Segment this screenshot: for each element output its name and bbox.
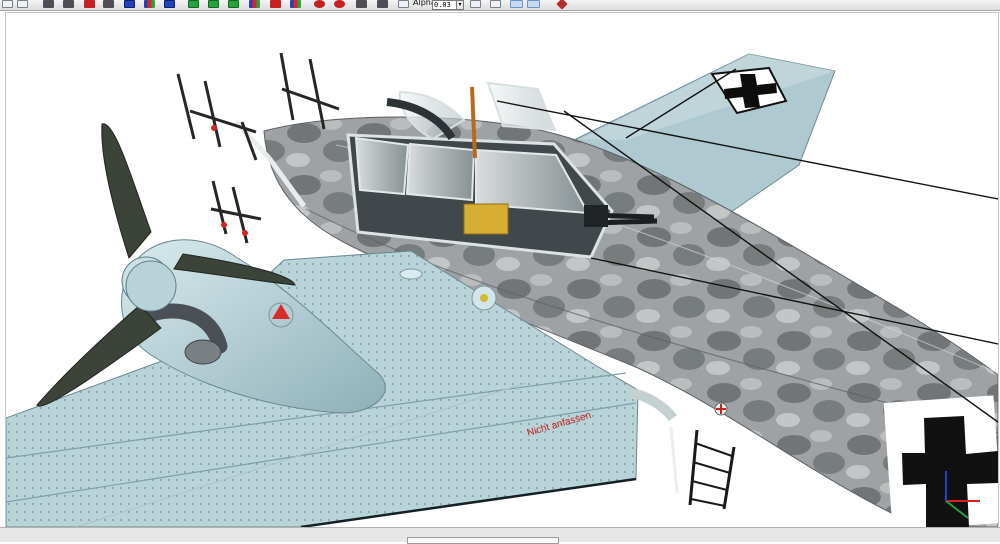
view-side-icon[interactable]	[144, 0, 155, 8]
record-icon[interactable]	[314, 0, 325, 8]
texture-icon[interactable]	[356, 0, 367, 8]
status-bar	[0, 527, 1000, 544]
select-face-icon[interactable]	[208, 0, 219, 8]
tools-icon[interactable]	[556, 0, 568, 10]
alpha-input[interactable]: 0.03	[432, 0, 457, 10]
paint-icon[interactable]	[334, 0, 345, 8]
view-front-icon[interactable]	[124, 0, 135, 8]
select-object-icon[interactable]	[228, 0, 239, 8]
snapshot-icon[interactable]	[490, 0, 501, 8]
render-icon[interactable]	[470, 0, 481, 8]
aircraft-model-render: Nicht anfassen	[6, 52, 998, 527]
move-icon[interactable]	[290, 0, 301, 8]
material-icon[interactable]	[377, 0, 388, 8]
wireframe-icon[interactable]	[510, 0, 523, 8]
open-document-icon[interactable]	[17, 0, 28, 8]
toolbar: Alpha: 0.03 ▾	[0, 0, 1000, 11]
3d-viewport[interactable]: Nicht anfassen	[5, 12, 999, 528]
export-icon[interactable]	[103, 0, 114, 8]
view-top-icon[interactable]	[164, 0, 175, 8]
copy-icon[interactable]	[398, 0, 409, 8]
delete-icon[interactable]	[84, 0, 95, 8]
select-vertex-icon[interactable]	[188, 0, 199, 8]
save-as-icon[interactable]	[63, 0, 74, 8]
save-icon[interactable]	[43, 0, 54, 8]
rotate-icon[interactable]	[249, 0, 260, 8]
new-document-icon[interactable]	[2, 0, 13, 8]
alpha-spinner[interactable]: ▾	[456, 0, 464, 10]
scale-icon[interactable]	[270, 0, 281, 8]
shaded-icon[interactable]	[527, 0, 540, 8]
